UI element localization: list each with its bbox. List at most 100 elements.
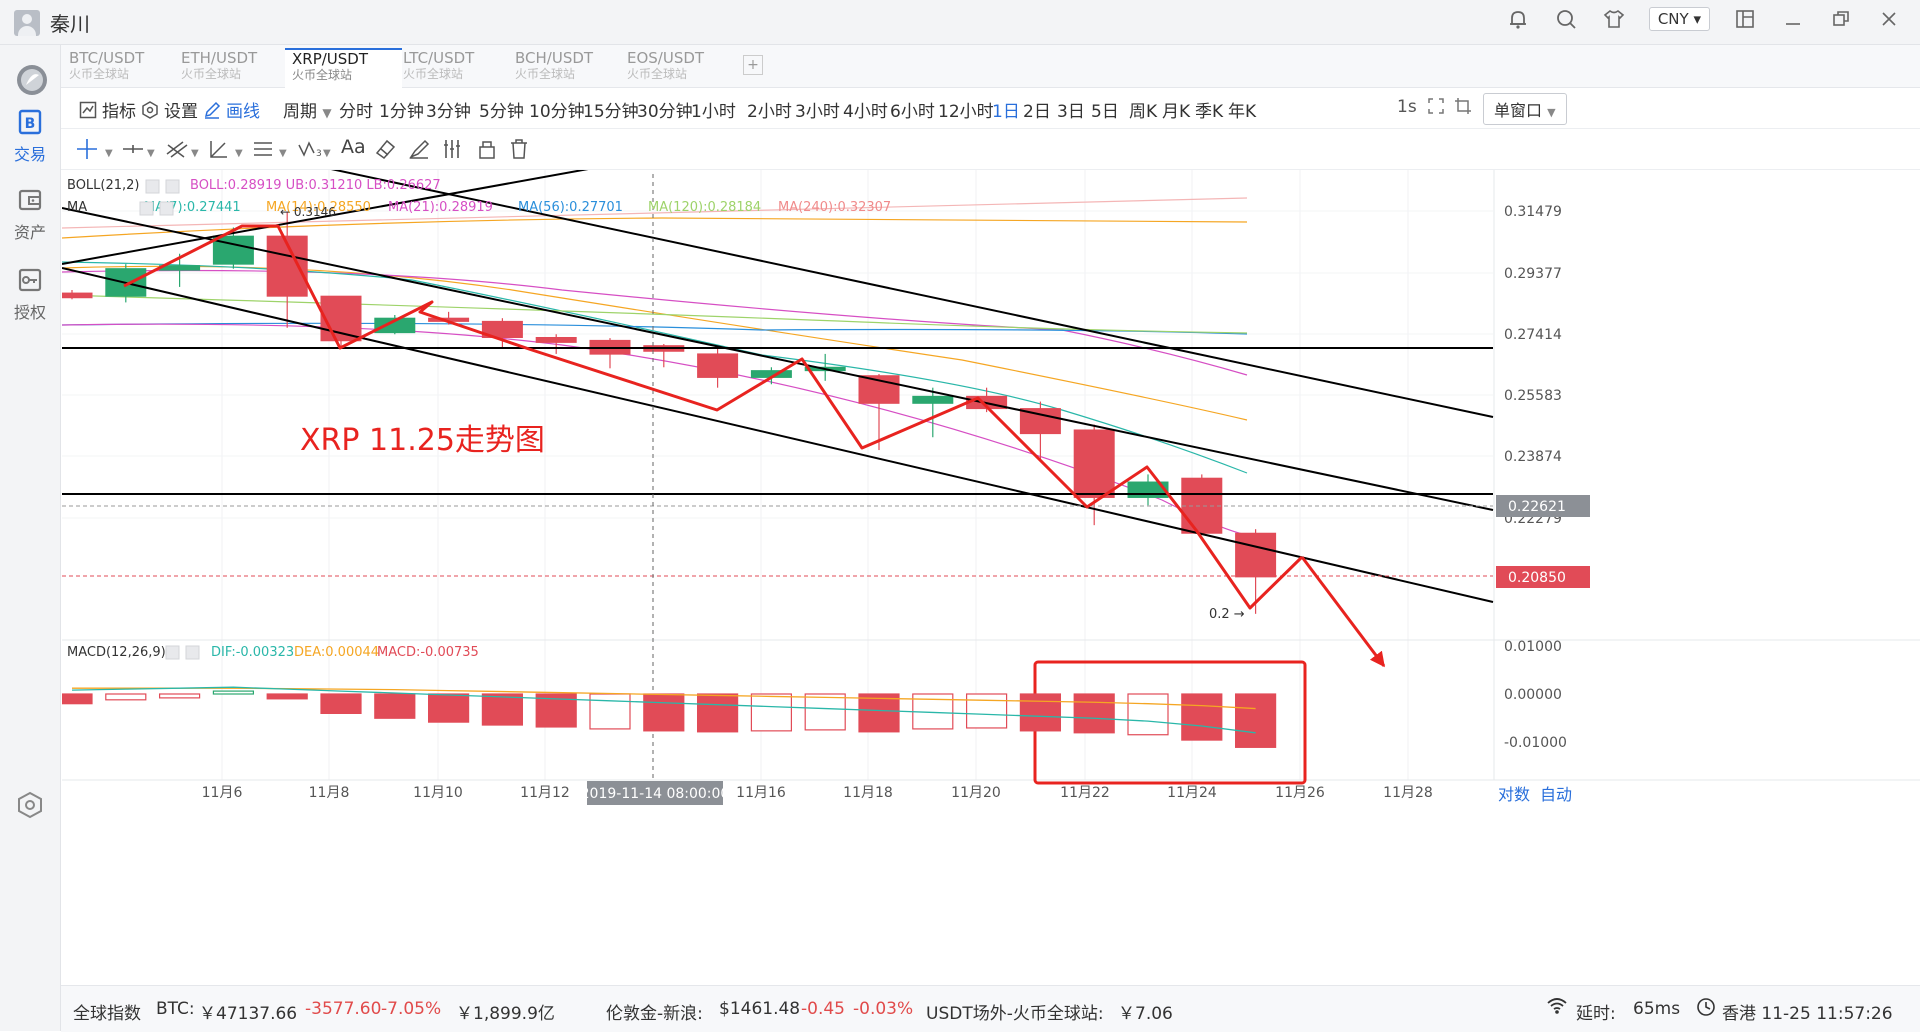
indicator-close-icon <box>159 201 174 216</box>
caret-down-icon: ▼ <box>1547 106 1556 119</box>
indicator-settings-icon <box>165 645 180 660</box>
avatar <box>14 9 40 36</box>
tab-eth-usdt[interactable]: ETH/USDT 火币全球站 <box>181 49 291 87</box>
indicator-button[interactable]: 指标 <box>79 97 136 122</box>
tool-dropdown-caret[interactable]: ▼ <box>105 137 113 161</box>
add-tab-button[interactable]: + <box>743 55 763 75</box>
tab-btc-usdt[interactable]: BTC/USDT 火币全球站 <box>69 49 179 87</box>
period-option[interactable]: 季K <box>1195 97 1223 122</box>
period-option[interactable]: 3分钟 <box>426 97 471 122</box>
horizontal-line-tool[interactable] <box>121 137 147 166</box>
period-option[interactable]: 1分钟 <box>379 97 424 122</box>
text-tool[interactable]: Aa <box>341 136 366 158</box>
period-option[interactable]: 3小时 <box>795 97 840 122</box>
refresh-interval[interactable]: 1s <box>1397 97 1417 117</box>
trade-icon: B <box>15 107 45 137</box>
clock-icon <box>1696 997 1716 1022</box>
angle-tool[interactable] <box>207 137 233 166</box>
sidebar-item-trade[interactable]: B 交易 <box>0 107 60 165</box>
period-option[interactable]: 年K <box>1228 97 1256 122</box>
sidebar-settings[interactable] <box>0 790 60 824</box>
sidebar-item-label: 资产 <box>13 223 46 242</box>
eraser-tool[interactable] <box>373 137 399 166</box>
macd-histogram-bar <box>428 693 470 723</box>
currency-select[interactable]: CNY ▾ <box>1648 7 1710 31</box>
layout-icon[interactable] <box>1732 6 1758 32</box>
sidebar-logo[interactable] <box>0 63 60 97</box>
restore-icon[interactable] <box>1828 6 1854 32</box>
sidebar-item-authorize[interactable]: 授权 <box>0 265 60 323</box>
window-mode-select[interactable]: 单窗口 ▼ <box>1483 93 1567 125</box>
candles-icon <box>444 140 460 158</box>
draw-button[interactable]: 画线 <box>203 97 260 122</box>
search-icon[interactable] <box>1553 6 1579 32</box>
period-option[interactable]: 2日 <box>1023 97 1051 122</box>
wave-icon: 3 <box>298 141 322 159</box>
global-index-button[interactable]: 全球指数 <box>73 999 141 1024</box>
tab-xrp-usdt[interactable]: XRP/USDT 火币全球站 <box>285 48 402 88</box>
fib-tool[interactable] <box>251 137 277 166</box>
close-icon[interactable] <box>1876 6 1902 32</box>
candle-body <box>1073 429 1115 498</box>
location-time: 香港 11-25 11:57:26 <box>1722 1004 1893 1024</box>
macd-value: MACD:-0.00735 <box>377 645 479 660</box>
tab-eos-usdt[interactable]: EOS/USDT 火币全球站 <box>627 49 737 87</box>
price-chart[interactable]: 0.314790.293770.274140.255830.238740.222… <box>51 139 1920 982</box>
magnet-tool[interactable] <box>441 137 467 166</box>
brush-tool[interactable] <box>407 137 433 166</box>
period-option[interactable]: 分时 <box>339 97 373 122</box>
tab-bch-usdt[interactable]: BCH/USDT 火币全球站 <box>515 49 625 87</box>
indicator-close-icon <box>165 179 180 194</box>
gold-pct: -0.03% <box>853 999 914 1019</box>
caret-down-icon: ▼ <box>147 148 155 159</box>
x-tick-label: 11月20 <box>951 785 1001 801</box>
period-option[interactable]: 15分钟 <box>583 97 639 122</box>
period-option[interactable]: 3日 <box>1057 97 1085 122</box>
tool-dropdown-caret[interactable]: ▼ <box>191 137 199 161</box>
x-tick-label: 11月26 <box>1275 785 1325 801</box>
tool-dropdown-caret[interactable]: ▼ <box>147 137 155 161</box>
lock-icon <box>479 141 495 159</box>
wave-tool[interactable]: 3 <box>297 137 323 166</box>
eraser-icon <box>375 139 396 159</box>
period-option[interactable]: 2小时 <box>747 97 792 122</box>
period-option[interactable]: 12小时 <box>938 97 994 122</box>
svg-text:3: 3 <box>316 149 322 159</box>
lock-tool[interactable] <box>475 137 501 166</box>
macd-dea: DEA:0.00044 <box>294 645 379 660</box>
candle-body <box>535 336 577 343</box>
period-option[interactable]: 5日 <box>1091 97 1119 122</box>
period-option[interactable]: 月K <box>1162 97 1190 122</box>
period-option[interactable]: 周K <box>1129 97 1157 122</box>
crosshair-tool[interactable] <box>75 137 101 166</box>
tool-dropdown-caret[interactable]: ▼ <box>279 137 287 161</box>
period-option[interactable]: 5分钟 <box>479 97 524 122</box>
period-option[interactable]: 1小时 <box>691 97 736 122</box>
period-option[interactable]: 10分钟 <box>529 97 585 122</box>
usdt-price: ￥7.06 <box>1118 1004 1173 1024</box>
tool-dropdown-caret[interactable]: ▼ <box>323 137 331 161</box>
macd-histogram-bar <box>51 693 93 705</box>
period-dropdown[interactable]: 周期 ▼ <box>283 97 332 122</box>
delete-tool[interactable] <box>507 137 533 166</box>
bell-icon[interactable] <box>1505 6 1531 32</box>
sidebar-item-assets[interactable]: 资产 <box>0 185 60 243</box>
macd-histogram-bar <box>965 693 1008 729</box>
tab-ltc-usdt[interactable]: LTC/USDT 火币全球站 <box>403 49 513 87</box>
btc-volume: ￥1,899.9亿 <box>456 1004 555 1024</box>
period-option[interactable]: 1日 <box>992 97 1020 122</box>
fullscreen-icon[interactable] <box>1427 97 1445 120</box>
shirt-icon[interactable] <box>1601 6 1627 32</box>
period-option[interactable]: 30分钟 <box>637 97 693 122</box>
window-mode-value: 单窗口 <box>1494 101 1543 120</box>
period-option[interactable]: 4小时 <box>843 97 888 122</box>
settings-button[interactable]: 设置 <box>141 97 198 122</box>
user-profile[interactable]: 秦川 <box>14 8 90 37</box>
tool-dropdown-caret[interactable]: ▼ <box>235 137 243 161</box>
trend-line-tool[interactable] <box>164 137 190 166</box>
screenshot-icon[interactable] <box>1454 97 1472 120</box>
period-option[interactable]: 6小时 <box>890 97 935 122</box>
minimize-icon[interactable] <box>1780 6 1806 32</box>
chart-area[interactable]: 0.31479 0.29377 0.27414 0.25583 0.23874 0.222… <box>51 139 1920 986</box>
price-tag-last: 0.20850 <box>1508 570 1566 586</box>
